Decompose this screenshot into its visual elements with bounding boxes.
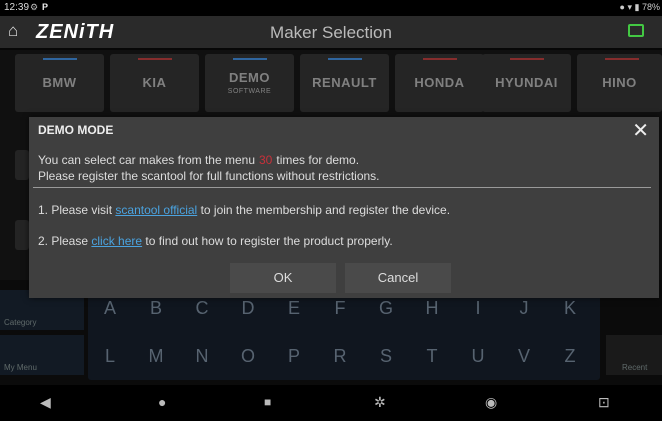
battery-percent: 78% <box>641 2 660 12</box>
back-icon[interactable]: ◀ <box>40 394 51 411</box>
dialog-message-line1: You can select car makes from the menu 30… <box>38 153 359 167</box>
page-title: Maker Selection <box>270 23 392 42</box>
step-text: 2. Please <box>38 234 89 248</box>
step-text: to join the membership and register the … <box>200 203 451 217</box>
signal-icon: ● ▾ ▮ <box>619 2 640 12</box>
app-header: ⌂ ZENiTH Maker Selection <box>0 16 662 48</box>
step-text: to find out how to register the product … <box>145 234 393 248</box>
recents-square-icon[interactable]: ■ <box>264 395 271 409</box>
click-here-link[interactable]: click here <box>91 234 142 248</box>
cancel-button[interactable]: Cancel <box>345 263 451 293</box>
demo-count: 30 <box>259 153 273 167</box>
chrome-icon[interactable]: ◉ <box>485 394 497 411</box>
dialog-divider <box>33 187 651 188</box>
screenshot-icon[interactable]: ⊡ <box>598 394 610 411</box>
ok-button[interactable]: OK <box>230 263 336 293</box>
notification-p-icon: P <box>42 2 49 12</box>
demo-mode-dialog: DEMO MODE ✕ You can select car makes fro… <box>29 117 659 298</box>
step-text: 1. Please visit <box>38 203 113 217</box>
status-bar: 12:39 ⚙ P ● ▾ ▮ 78% <box>0 0 662 16</box>
message-text: You can select car makes from the menu <box>38 153 255 167</box>
status-time: 12:39 <box>4 2 30 13</box>
dialog-step-1: 1. Please visit scantool official to joi… <box>38 203 450 217</box>
status-right: ● ▾ ▮ 78% <box>620 2 660 13</box>
close-icon[interactable]: ✕ <box>632 118 649 143</box>
dialog-title: DEMO MODE <box>38 123 114 137</box>
message-text: times for demo. <box>276 153 360 167</box>
vehicle-battery-icon <box>628 24 644 37</box>
settings-gear-icon[interactable]: ✲ <box>374 394 386 411</box>
home-circle-icon[interactable]: ● <box>158 394 166 410</box>
dialog-message-line2: Please register the scantool for full fu… <box>38 169 380 183</box>
settings-icon: ⚙ <box>30 2 39 12</box>
system-nav-bar: ◀ ● ■ ✲ ◉ ⊡ <box>0 385 662 421</box>
dialog-step-2: 2. Please click here to find out how to … <box>38 234 393 248</box>
scantool-official-link[interactable]: scantool official <box>115 203 197 217</box>
